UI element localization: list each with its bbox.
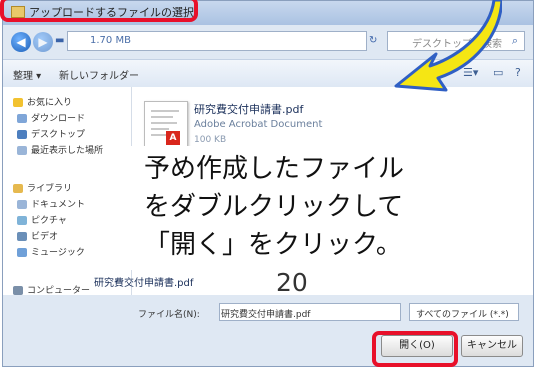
instruction-callout: 予め作成したファイル をダブルクリックして「開く」をクリック。 [130,146,426,270]
back-button[interactable]: ◀ [11,32,31,52]
nav-item-recent[interactable]: 最近表示した場所 [17,143,103,156]
new-folder-button[interactable]: 新しいフォルダー [59,67,139,82]
filename-label: ファイル名(N): [138,310,200,320]
nav-item-libraries[interactable]: ライブラリ [13,181,72,194]
search-icon: ⌕ [511,34,518,47]
file-size: 100 KB [194,135,227,145]
address-field[interactable]: 1.70 MB [67,31,367,51]
file-type: Adobe Acrobat Document [194,119,323,130]
drive-icon: ▬ [55,35,65,46]
computer-icon [13,286,23,295]
download-folder-icon [17,114,27,123]
file-type-filter: すべてのファイル (*.*) [416,310,509,320]
organize-button[interactable]: 整理 ▾ [13,67,41,82]
refresh-icon[interactable]: ↻ [369,35,377,46]
open-button-highlight [372,331,458,367]
selected-file-row[interactable]: 研究費交付申請書.pdf [94,272,418,290]
nav-item-favorites[interactable]: お気に入り [13,95,72,108]
pointer-arrow-icon [394,0,502,92]
acrobat-icon: A [166,131,180,145]
nav-item-desktop[interactable]: デスクトップ [17,127,85,140]
nav-item-videos[interactable]: ビデオ [17,229,58,242]
desktop-icon [17,130,27,139]
recent-places-icon [17,146,27,155]
nav-item-downloads[interactable]: ダウンロード [17,111,85,124]
page-number: 20 [276,268,308,297]
filename-value: 研究費交付申請書.pdf [221,310,311,320]
selected-file-label: 研究費交付申請書.pdf [94,278,194,289]
file-type-select[interactable]: すべてのファイル (*.*) [409,303,519,321]
nav-item-documents[interactable]: ドキュメント [17,197,85,210]
file-name: 研究費交付申請書.pdf [194,103,304,116]
address-text: 1.70 MB [90,35,131,46]
pictures-icon [17,216,27,225]
library-icon [13,184,23,193]
music-icon [17,248,27,257]
help-icon[interactable]: ? [515,66,521,79]
forward-button[interactable]: ▶ [33,32,53,52]
documents-icon [17,200,27,209]
star-icon [13,98,23,107]
video-icon [17,232,27,241]
cancel-button[interactable]: キャンセル [461,335,523,357]
instruction-text: 予め作成したファイル をダブルクリックして「開く」をクリック。 [144,154,405,260]
nav-item-pictures[interactable]: ピクチャ [17,213,67,226]
nav-item-music[interactable]: ミュージック [17,245,85,258]
title-highlight-box [0,0,198,22]
